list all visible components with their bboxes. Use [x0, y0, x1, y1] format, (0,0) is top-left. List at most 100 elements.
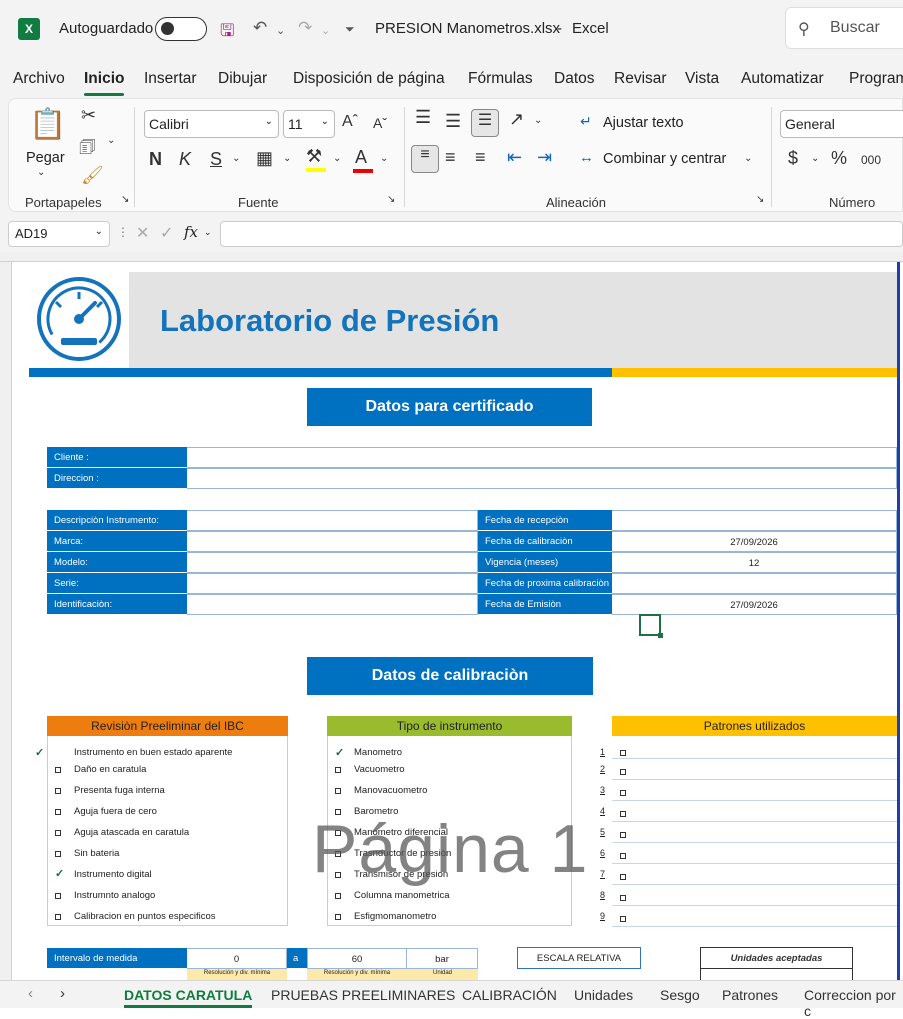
sheet-tab-pruebas[interactable]: PRUEBAS PREELIMINARES	[271, 987, 455, 1003]
align-top-icon[interactable]: ☰	[415, 107, 431, 128]
next-calibration-field[interactable]	[612, 573, 897, 594]
tab-insertar[interactable]: Insertar	[144, 70, 197, 88]
units-accepted-box[interactable]	[700, 969, 853, 980]
prev-sheet-icon[interactable]: ‹	[28, 985, 33, 1002]
search-box[interactable]: ⚲ Buscar	[785, 7, 903, 49]
checkbox[interactable]	[55, 893, 61, 899]
redo-dropdown-icon[interactable]: ⌄	[321, 24, 330, 37]
currency-button[interactable]: $	[788, 148, 798, 169]
paste-dropdown-icon[interactable]: ⌄	[37, 167, 45, 178]
sheet-tab-patrones[interactable]: Patrones	[722, 987, 778, 1003]
instrument-field[interactable]	[187, 510, 478, 531]
reception-date-field[interactable]	[612, 510, 897, 531]
orientation-dropdown-icon[interactable]: ⌄	[534, 115, 542, 126]
copy-icon[interactable]: 🗊	[79, 135, 96, 165]
clipboard-launcher-icon[interactable]: ↘	[121, 194, 129, 205]
tab-datos[interactable]: Datos	[554, 70, 595, 88]
bold-button[interactable]: N	[149, 149, 162, 170]
next-sheet-icon[interactable]: ›	[60, 985, 65, 1002]
merge-center-button[interactable]: Combinar y centrar	[603, 151, 726, 167]
number-format-combo[interactable]: General	[780, 110, 903, 138]
client-field[interactable]	[187, 447, 897, 468]
merge-center-icon[interactable]: ↔	[579, 149, 594, 166]
validity-field[interactable]: 12	[612, 552, 897, 573]
sheet-tab-correccion[interactable]: Correccion por c	[804, 987, 903, 1019]
wrap-text-button[interactable]: Ajustar texto	[603, 115, 684, 131]
font-launcher-icon[interactable]: ↘	[387, 194, 395, 205]
cut-icon[interactable]: ✂	[81, 105, 96, 126]
autosave-toggle[interactable]	[155, 17, 207, 41]
model-field[interactable]	[187, 552, 478, 573]
checkbox[interactable]	[55, 809, 61, 815]
check-icon[interactable]: ✓	[55, 867, 64, 880]
identification-field[interactable]	[187, 594, 478, 615]
checkbox[interactable]	[335, 788, 341, 794]
tab-revisar[interactable]: Revisar	[614, 70, 667, 88]
align-center-icon[interactable]: ≡	[445, 147, 456, 168]
tab-vista[interactable]: Vista	[685, 70, 719, 88]
tab-archivo[interactable]: Archivo	[13, 70, 65, 88]
emission-date-field[interactable]: 27/09/2026	[612, 594, 897, 615]
confirm-entry-icon[interactable]: ✓	[160, 223, 173, 243]
font-color-icon[interactable]: A	[353, 147, 373, 173]
brand-field[interactable]	[187, 531, 478, 552]
increase-font-icon[interactable]: Aˆ	[342, 113, 358, 131]
checkbox[interactable]	[620, 769, 626, 775]
sheet-tab-calibracion[interactable]: CALIBRACIÓN	[462, 987, 557, 1003]
chevron-down-icon[interactable]: ⌄	[204, 227, 212, 238]
checkbox[interactable]	[335, 767, 341, 773]
tab-automatizar[interactable]: Automatizar	[741, 70, 824, 88]
font-color-dropdown-icon[interactable]: ⌄	[380, 153, 388, 164]
underline-dropdown-icon[interactable]: ⌄	[232, 153, 240, 164]
interval-min-field[interactable]: 0	[187, 948, 287, 969]
align-middle-icon[interactable]: ☰	[445, 111, 461, 132]
percent-button[interactable]: %	[831, 148, 847, 169]
borders-icon[interactable]: ▦	[256, 148, 273, 169]
selected-cell[interactable]	[639, 614, 663, 638]
underline-button[interactable]: S	[210, 149, 222, 170]
alignment-launcher-icon[interactable]: ↘	[756, 194, 764, 205]
italic-button[interactable]: K	[179, 149, 191, 170]
copy-dropdown-icon[interactable]: ⌄	[107, 135, 115, 146]
orientation-icon[interactable]: ↗	[509, 109, 524, 130]
worksheet[interactable]: Laboratorio de Presión Datos para certif…	[12, 262, 903, 980]
calibration-date-field[interactable]: 27/09/2026	[612, 531, 897, 552]
undo-dropdown-icon[interactable]: ⌄	[276, 24, 285, 37]
checkbox[interactable]	[620, 895, 626, 901]
sheet-tab-datos-caratula[interactable]: DATOS CARATULA	[124, 987, 253, 1008]
checkbox[interactable]	[55, 830, 61, 836]
increase-indent-icon[interactable]: ⇥	[537, 147, 552, 168]
insert-function-button[interactable]: fx	[184, 223, 198, 241]
decrease-indent-icon[interactable]: ⇤	[507, 147, 522, 168]
align-right-icon[interactable]: ≡	[475, 147, 486, 168]
more-options-icon[interactable]: ⋮	[117, 225, 129, 239]
interval-max-field[interactable]: 60	[307, 948, 407, 969]
wrap-text-icon[interactable]: ↵	[580, 113, 592, 130]
checkbox[interactable]	[620, 874, 626, 880]
checkbox[interactable]	[620, 832, 626, 838]
cancel-entry-icon[interactable]: ✕	[136, 223, 149, 243]
tab-formulas[interactable]: Fórmulas	[468, 70, 533, 88]
formula-input[interactable]	[220, 221, 903, 247]
decrease-font-icon[interactable]: Aˇ	[373, 115, 387, 131]
redo-icon[interactable]: ↷	[298, 18, 312, 38]
paste-icon[interactable]: 📋	[29, 107, 66, 142]
font-size-combo[interactable]: 11 ⌄	[283, 110, 335, 138]
scale-button[interactable]: ESCALA RELATIVA	[517, 947, 641, 969]
sheet-tab-sesgo[interactable]: Sesgo	[660, 987, 700, 1003]
tab-disposicion[interactable]: Disposición de página	[293, 70, 445, 88]
checkbox[interactable]	[620, 853, 626, 859]
tab-dibujar[interactable]: Dibujar	[218, 70, 267, 88]
paste-label[interactable]: Pegar	[26, 150, 65, 166]
checkbox[interactable]	[335, 893, 341, 899]
undo-icon[interactable]: ↶	[253, 18, 267, 38]
check-icon[interactable]: ✓	[335, 746, 344, 759]
format-painter-icon[interactable]: 🖌	[81, 165, 104, 186]
checkbox[interactable]	[620, 790, 626, 796]
thousands-button[interactable]: 000	[861, 153, 881, 167]
align-left-icon[interactable]: ≡	[411, 145, 439, 173]
check-icon[interactable]: ✓	[35, 746, 44, 759]
address-field[interactable]	[187, 468, 897, 489]
checkbox[interactable]	[55, 914, 61, 920]
font-name-combo[interactable]: Calibri ⌄	[144, 110, 279, 138]
